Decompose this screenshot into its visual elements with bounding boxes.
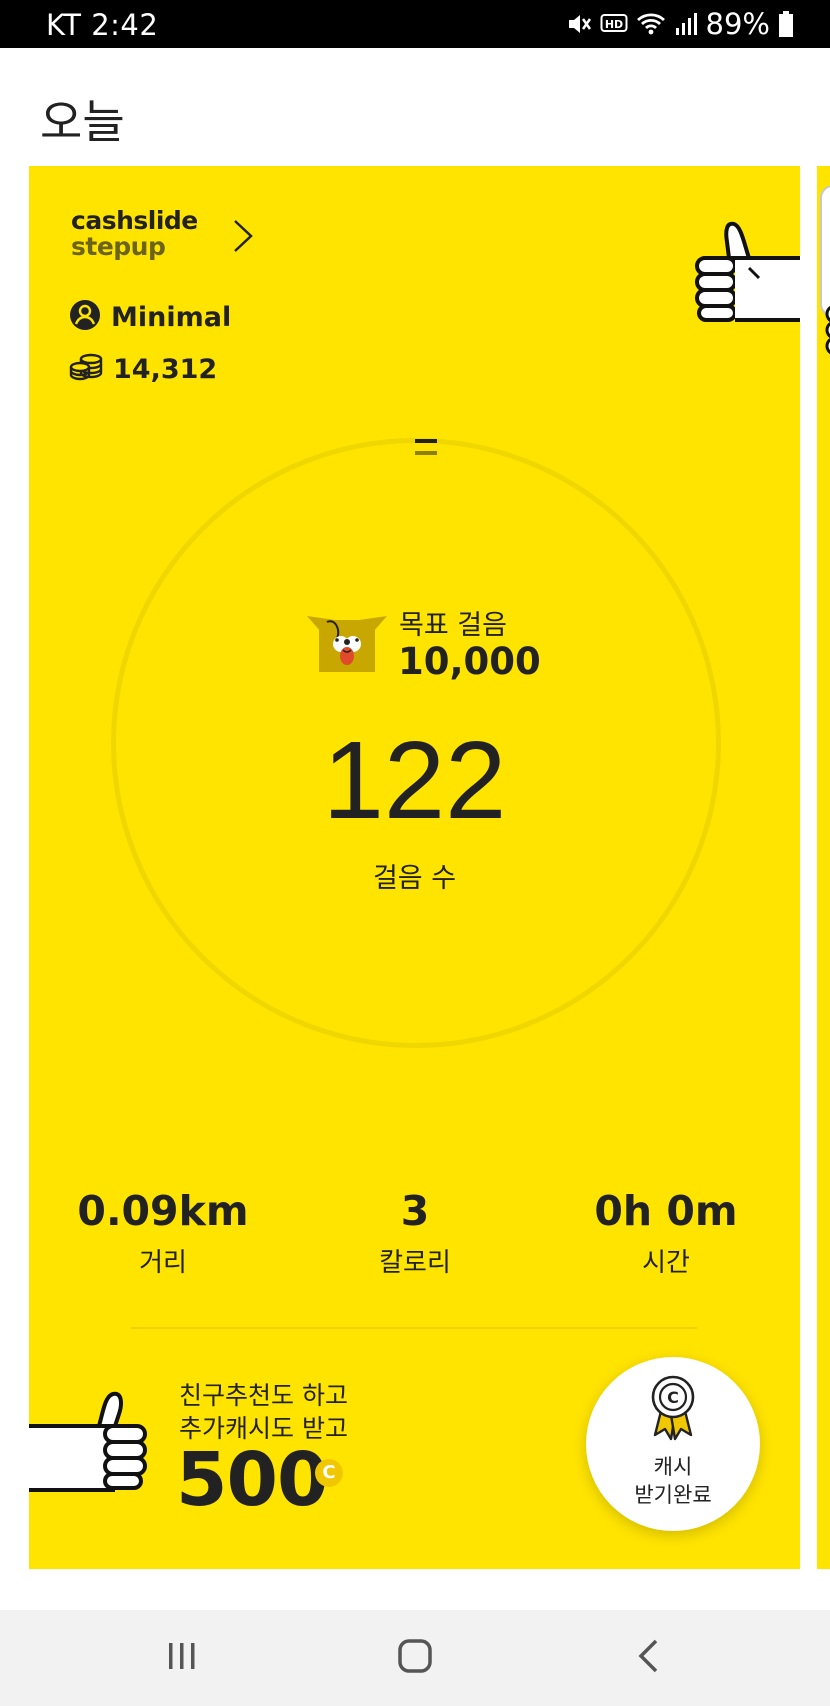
- goal-value: 10,000: [398, 640, 541, 683]
- svg-text:HD: HD: [604, 18, 622, 31]
- divider: [131, 1327, 697, 1329]
- recents-icon: [166, 1641, 198, 1675]
- time-label: 시간: [642, 1248, 690, 1278]
- carrier-time: KT 2:42: [46, 8, 159, 42]
- recents-button[interactable]: [152, 1632, 212, 1684]
- time-value: 0h 0m: [594, 1187, 738, 1235]
- medal-symbol: C: [667, 1388, 679, 1407]
- progress-marker-icon: [414, 436, 438, 468]
- back-button[interactable]: [618, 1632, 678, 1684]
- thumbs-up-icon: [689, 218, 800, 332]
- step-count-label: 걸음 수: [372, 863, 457, 894]
- status-icons: HD 89%: [566, 7, 794, 41]
- back-icon: [636, 1638, 660, 1678]
- home-button[interactable]: [385, 1632, 445, 1684]
- battery-percent: 89%: [705, 7, 770, 41]
- calorie-stat: 3 칼로리: [285, 1186, 545, 1279]
- mute-icon: [566, 11, 592, 37]
- home-icon: [397, 1638, 433, 1678]
- distance-label: 거리: [139, 1248, 187, 1278]
- signal-icon: [674, 11, 698, 37]
- page-title: 오늘: [40, 95, 125, 149]
- next-card-peek[interactable]: [817, 166, 830, 1569]
- calorie-value: 3: [400, 1187, 430, 1235]
- navigation-bar: [0, 1610, 830, 1706]
- user-avatar-icon: [69, 299, 101, 335]
- battery-icon: [778, 10, 794, 38]
- user-profile: Minimal: [69, 300, 231, 334]
- coin-balance-value: 14,312: [113, 353, 218, 385]
- distance-value: 0.09km: [77, 1187, 249, 1235]
- brand-name: cashslide: [71, 206, 198, 235]
- coins-icon: [69, 353, 103, 385]
- wifi-icon: [636, 11, 666, 37]
- promo-amount[interactable]: 500: [176, 1438, 328, 1522]
- distance-stat: 0.09km 거리: [33, 1186, 293, 1279]
- calorie-label: 칼로리: [379, 1248, 451, 1278]
- step-card[interactable]: cashslide stepup Minimal 14,312 목표 걸음 10…: [29, 166, 800, 1569]
- cash-claim-button[interactable]: C 캐시 받기완료: [586, 1357, 760, 1531]
- cash-coin-icon: C: [315, 1459, 343, 1487]
- medal-icon: C: [649, 1375, 697, 1445]
- cash-button-label2: 받기완료: [634, 1483, 712, 1507]
- status-bar: KT 2:42 HD 89%: [0, 0, 830, 48]
- hd-icon: HD: [600, 12, 628, 36]
- user-name: Minimal: [111, 301, 232, 333]
- cash-button-label1: 캐시: [653, 1455, 693, 1479]
- brand-subname: stepup: [71, 232, 166, 261]
- coin-balance: 14,312: [69, 352, 217, 386]
- goal-label: 목표 걸음: [399, 610, 507, 641]
- brand-logo[interactable]: cashslide stepup: [71, 208, 198, 260]
- step-count: 122: [322, 719, 507, 842]
- thumbs-up-icon: [29, 1390, 151, 1504]
- time-stat: 0h 0m 시간: [536, 1186, 796, 1279]
- promo-text-line1[interactable]: 친구추천도 하고: [179, 1376, 348, 1412]
- dog-mascot-icon: [307, 614, 387, 676]
- chevron-right-icon[interactable]: [231, 218, 255, 258]
